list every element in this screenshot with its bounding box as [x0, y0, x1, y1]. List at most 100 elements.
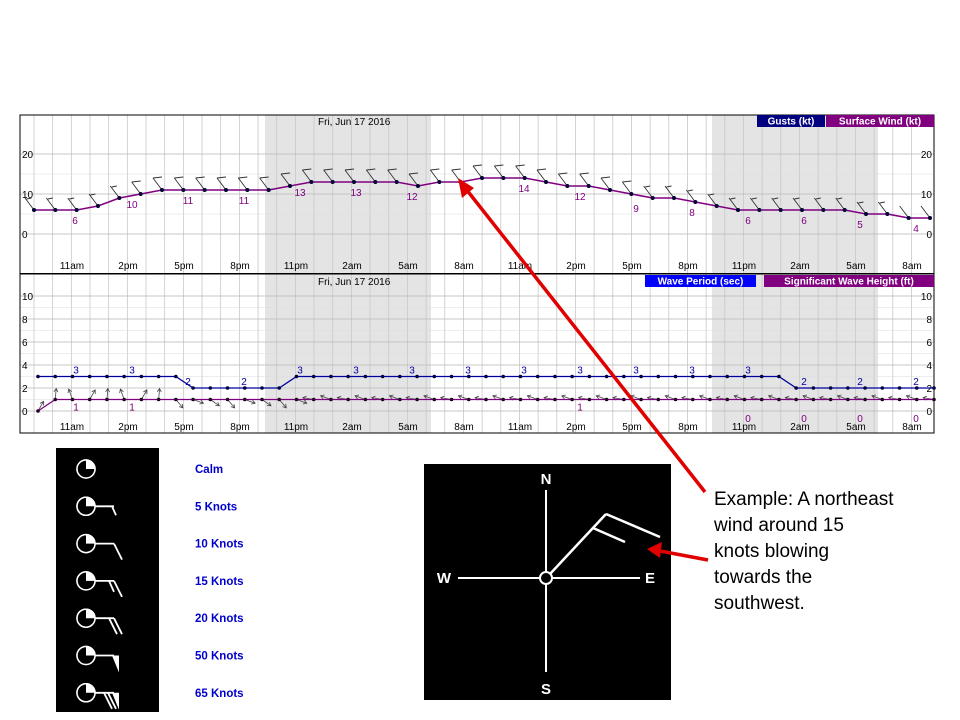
surface-wind-point [437, 180, 442, 184]
wave-height-point [622, 397, 626, 402]
surface-wind-label: 5 [857, 220, 863, 231]
wave-period-label: 3 [297, 366, 303, 377]
wave-period-label: 2 [857, 377, 863, 388]
surface-wind-point [821, 208, 826, 212]
x-tick-label: 5pm [174, 422, 193, 433]
wave-height-point [208, 397, 213, 402]
wave-period-point [604, 374, 609, 379]
wave-period-point [553, 374, 557, 379]
wave-height-point [466, 397, 471, 402]
wave-period-point [846, 386, 850, 390]
wave-height-point [156, 397, 161, 402]
surface-wind-point [650, 196, 655, 200]
x-tick-label: 2am [790, 261, 809, 272]
wave-height-point [139, 397, 144, 402]
y-tick-label: 10 [921, 190, 933, 201]
surface-wind-point [778, 208, 783, 212]
wave-height-point [811, 397, 816, 402]
wave-period-point [208, 386, 213, 390]
wave-height-point [260, 397, 264, 402]
wave-period-label: 3 [465, 366, 471, 377]
wave-height-point [294, 397, 299, 402]
wave-period-point [622, 374, 626, 379]
wave-height-point [380, 397, 385, 402]
surface-wind-point [416, 184, 420, 188]
compass-south: S [541, 681, 551, 698]
surface-wind-label: 12 [574, 192, 586, 203]
legend-gusts: Gusts (kt) [768, 117, 815, 128]
y-tick-label: 2 [22, 384, 28, 395]
wave-height-point [828, 397, 833, 402]
wave-height-label: 0 [801, 414, 807, 425]
wave-period-point [897, 386, 902, 390]
wave-height-point [53, 397, 58, 402]
surface-wind-label: 4 [913, 224, 919, 235]
surface-wind-point [501, 176, 506, 180]
barb-legend-label: 15 Knots [195, 576, 244, 588]
barb-legend-label: 50 Knots [195, 651, 244, 663]
wave-height-point [449, 397, 454, 402]
surface-wind-label: 6 [72, 216, 78, 227]
wave-period-point [432, 374, 437, 379]
wave-height-point [329, 397, 333, 402]
wave-period-point [639, 374, 643, 379]
surface-wind-point [693, 200, 698, 204]
x-tick-label: 11pm [284, 422, 308, 433]
surface-wind-point [928, 216, 932, 220]
wave-period-point [587, 374, 592, 379]
wave-height-point [897, 397, 902, 402]
x-tick-label: 5am [398, 422, 417, 433]
wave-period-label: 2 [185, 377, 191, 388]
x-tick-label: 11pm [284, 261, 308, 272]
annotation-line: Example: A northeast [714, 489, 894, 510]
wave-period-point [570, 374, 574, 379]
wind-panel: Fri, Jun 17 2016 Gusts (kt) Surface Wind… [19, 114, 935, 275]
surface-wind-point [288, 184, 292, 188]
y-tick-label: 10 [921, 292, 933, 303]
wave-period-point [535, 374, 540, 379]
wave-period-point [759, 374, 764, 379]
barb-legend-label: 10 Knots [195, 539, 244, 551]
surface-wind-label: 14 [518, 184, 530, 195]
annotation-line: knots blowing [714, 541, 830, 562]
wave-period-point [380, 374, 385, 379]
y-tick-label: 10 [22, 292, 34, 303]
x-tick-label: 2am [342, 422, 361, 433]
wave-height-point [742, 397, 747, 402]
surface-wind-label: 9 [633, 204, 639, 215]
x-tick-label: 5am [846, 261, 865, 272]
surface-wind-label: 11 [183, 196, 194, 207]
wave-height-point [70, 397, 75, 402]
surface-wind-point [53, 208, 58, 212]
wind-date-label: Fri, Jun 17 2016 [318, 117, 391, 128]
wave-height-label: 1 [73, 403, 79, 414]
wave-height-point [794, 397, 798, 402]
wave-period-point [932, 386, 936, 390]
surface-wind-point [586, 184, 591, 188]
wave-height-point [535, 397, 540, 402]
wave-height-point [570, 397, 574, 402]
annotation-line: wind around 15 [714, 515, 844, 536]
x-tick-label: 8am [902, 261, 921, 272]
wave-period-label: 2 [913, 377, 919, 388]
wave-height-point [708, 397, 712, 402]
legend-surface-wind: Surface Wind (kt) [839, 117, 921, 128]
surface-wind-point [202, 188, 207, 192]
wave-height-point [277, 397, 282, 402]
x-tick-label: 11pm [732, 261, 756, 272]
annotation-line: towards the [714, 567, 813, 588]
x-tick-label: 8am [454, 422, 473, 433]
surface-wind-point [672, 196, 676, 200]
y-tick-label: 0 [22, 230, 28, 241]
wave-height-point [191, 397, 195, 402]
barb-legend-label: Calm [195, 464, 223, 476]
wave-period-point [398, 374, 402, 379]
wave-period-label: 3 [73, 366, 79, 377]
y-tick-label: 8 [926, 315, 932, 326]
surface-wind-point [117, 196, 122, 200]
annotation-line: southwest. [714, 593, 805, 614]
wave-height-point [225, 397, 230, 402]
wave-period-label: 3 [633, 366, 639, 377]
surface-wind-point [96, 204, 100, 208]
x-tick-label: 2pm [118, 261, 137, 272]
